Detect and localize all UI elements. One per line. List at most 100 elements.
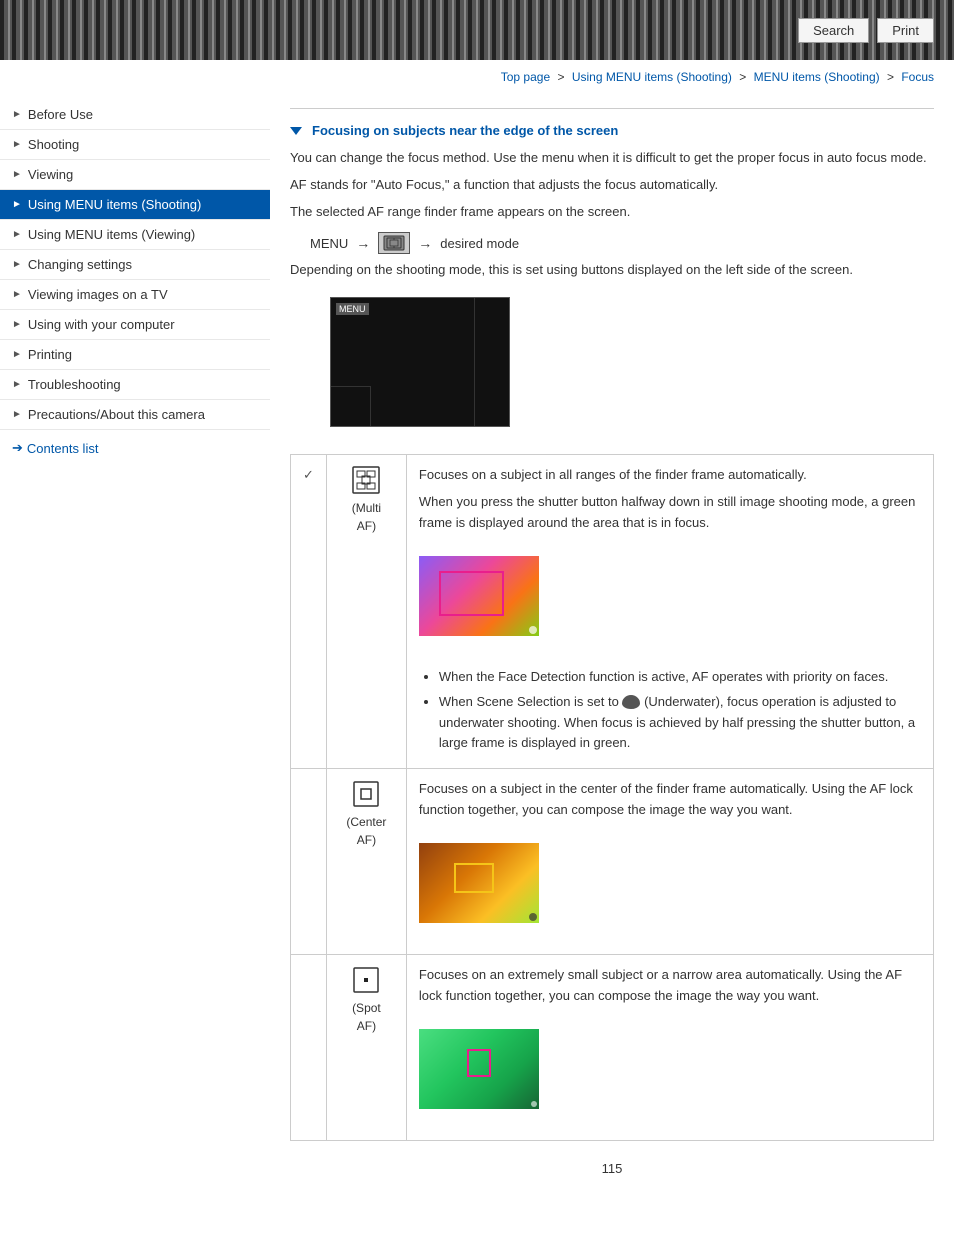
af-indicator-dot-center [529, 913, 537, 921]
spot-af-description: Focuses on an extremely small subject or… [406, 955, 933, 1141]
focus-menu-icon [378, 232, 410, 254]
checkmark-cell-multi: ✓ [291, 455, 327, 769]
multi-af-image-wrapper [419, 548, 539, 650]
sidebar-label-printing: Printing [28, 347, 72, 362]
camera-bottom-left [331, 386, 371, 426]
arrow-icon: ► [12, 409, 22, 420]
camera-right-panel [474, 298, 509, 426]
center-af-image [419, 843, 539, 923]
sidebar-item-using-menu-viewing[interactable]: ► Using MENU items (Viewing) [0, 220, 270, 250]
arrow-icon: ► [12, 109, 22, 120]
arrow-icon: ► [12, 139, 22, 150]
sidebar-item-precautions[interactable]: ► Precautions/About this camera [0, 400, 270, 430]
breadcrumb-top-page[interactable]: Top page [501, 70, 550, 84]
sidebar-label-using-computer: Using with your computer [28, 317, 175, 332]
focus-frame-pink-spot [467, 1049, 491, 1077]
sidebar-label-changing-settings: Changing settings [28, 257, 132, 272]
underwater-icon [622, 695, 640, 709]
sidebar-label-precautions: Precautions/About this camera [28, 407, 205, 422]
breadcrumb: Top page > Using MENU items (Shooting) >… [0, 60, 954, 90]
center-af-text: Focuses on a subject in the center of th… [419, 779, 921, 821]
content-area: Focusing on subjects near the edge of th… [270, 90, 954, 1206]
menu-line: MENU → → desired mode [310, 232, 934, 254]
spot-af-image [419, 1029, 539, 1109]
multi-af-text1: Focuses on a subject in all ranges of th… [419, 465, 921, 486]
sidebar-label-using-menu-viewing: Using MENU items (Viewing) [28, 227, 195, 242]
table-row-spot-af: (SpotAF) Focuses on an extremely small s… [291, 955, 934, 1141]
triangle-down-icon [290, 127, 302, 135]
arrow-icon: ► [12, 229, 22, 240]
spot-af-image-wrapper [419, 1021, 539, 1123]
af-indicator-dot-spot [531, 1101, 537, 1107]
center-af-icon [351, 779, 381, 809]
arrow-icon: ► [12, 169, 22, 180]
sidebar-label-viewing: Viewing [28, 167, 73, 182]
focus-frame-yellow-center [454, 863, 494, 893]
breadcrumb-focus[interactable]: Focus [901, 70, 934, 84]
arrow-icon: ► [12, 199, 22, 210]
arrow-icon: ► [12, 319, 22, 330]
arrow-right-icon: ➔ [12, 440, 23, 456]
arrow-icon: ► [12, 289, 22, 300]
spot-af-label: (SpotAF) [339, 999, 394, 1035]
sidebar-label-shooting: Shooting [28, 137, 79, 152]
paragraph-1: You can change the focus method. Use the… [290, 148, 934, 169]
contents-list-link[interactable]: ➔ Contents list [0, 430, 270, 466]
desired-mode-text: desired mode [440, 236, 519, 251]
multi-af-bullets: When the Face Detection function is acti… [419, 667, 921, 754]
contents-list-label: Contents list [27, 441, 99, 456]
table-row-multi-af: ✓ (Mul [291, 455, 934, 769]
sidebar-item-viewing[interactable]: ► Viewing [0, 160, 270, 190]
arrow-icon: ► [12, 379, 22, 390]
breadcrumb-menu-items-shooting[interactable]: MENU items (Shooting) [754, 70, 880, 84]
multi-af-icon [351, 465, 381, 495]
spot-af-text: Focuses on an extremely small subject or… [419, 965, 921, 1007]
sidebar-item-printing[interactable]: ► Printing [0, 340, 270, 370]
center-af-image-wrapper [419, 835, 539, 937]
focus-frame-pink [439, 571, 504, 616]
sidebar-item-viewing-images-tv[interactable]: ► Viewing images on a TV [0, 280, 270, 310]
sidebar-label-viewing-tv: Viewing images on a TV [28, 287, 168, 302]
arrow-right-text: → [356, 235, 370, 251]
camera-preview-image: MENU [330, 297, 510, 427]
arrow-icon: ► [12, 259, 22, 270]
arrow-icon: ► [12, 349, 22, 360]
sidebar-item-shooting[interactable]: ► Shooting [0, 130, 270, 160]
arrow-text-2: → [418, 235, 432, 251]
paragraph-2: AF stands for "Auto Focus," a function t… [290, 175, 934, 196]
multi-af-label: (MultiAF) [339, 499, 394, 535]
center-af-label: (CenterAF) [339, 813, 394, 849]
checkmark-cell-spot [291, 955, 327, 1141]
search-button[interactable]: Search [798, 18, 869, 43]
spot-af-icon [351, 965, 381, 995]
section-title: Focusing on subjects near the edge of th… [290, 123, 934, 138]
content-divider [290, 108, 934, 109]
af-options-table: ✓ (Mul [290, 454, 934, 1141]
multi-af-text2: When you press the shutter button halfwa… [419, 492, 921, 534]
sidebar-item-using-menu-shooting[interactable]: ► Using MENU items (Shooting) [0, 190, 270, 220]
af-icon-cell-spot: (SpotAF) [326, 955, 406, 1141]
sidebar-item-changing-settings[interactable]: ► Changing settings [0, 250, 270, 280]
paragraph-3: The selected AF range finder frame appea… [290, 202, 934, 223]
main-layout: ► Before Use ► Shooting ► Viewing ► Usin… [0, 90, 954, 1206]
sidebar-label-before-use: Before Use [28, 107, 93, 122]
bullet-face-detection: When the Face Detection function is acti… [439, 667, 921, 688]
section-title-text: Focusing on subjects near the edge of th… [312, 123, 618, 138]
multi-af-image [419, 556, 539, 636]
table-row-center-af: (CenterAF) Focuses on a subject in the c… [291, 769, 934, 955]
sidebar-item-before-use[interactable]: ► Before Use [0, 100, 270, 130]
af-icon-cell-center: (CenterAF) [326, 769, 406, 955]
breadcrumb-using-menu-shooting[interactable]: Using MENU items (Shooting) [572, 70, 732, 84]
sidebar-item-using-with-computer[interactable]: ► Using with your computer [0, 310, 270, 340]
sidebar-item-troubleshooting[interactable]: ► Troubleshooting [0, 370, 270, 400]
camera-menu-button-overlay: MENU [336, 303, 369, 315]
center-af-description: Focuses on a subject in the center of th… [406, 769, 933, 955]
checkmark-cell-center [291, 769, 327, 955]
page-number: 115 [290, 1161, 934, 1176]
print-button[interactable]: Print [877, 18, 934, 43]
af-indicator-dot [529, 626, 537, 634]
sidebar-label-using-menu-shooting: Using MENU items (Shooting) [28, 197, 201, 212]
sidebar-label-troubleshooting: Troubleshooting [28, 377, 121, 392]
af-icon-cell-multi: (MultiAF) [326, 455, 406, 769]
bullet-underwater: When Scene Selection is set to (Underwat… [439, 692, 921, 754]
